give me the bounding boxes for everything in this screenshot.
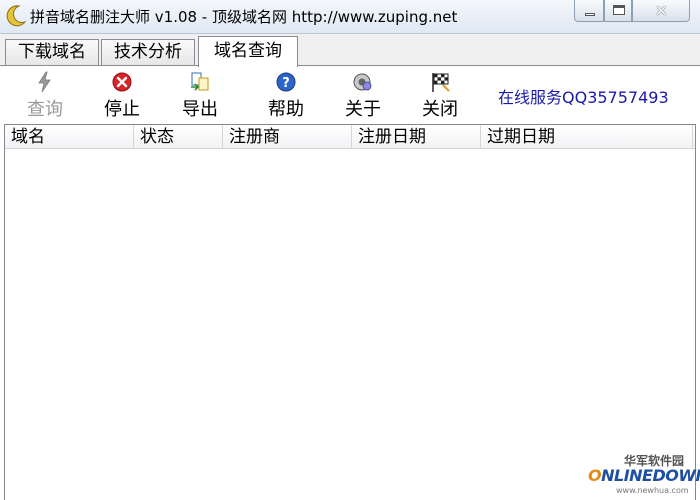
close-app-button[interactable]: 关闭	[410, 68, 470, 122]
tab-download-domains[interactable]: 下载域名	[5, 39, 99, 66]
maximize-icon	[613, 5, 625, 15]
window-title: 拼音域名删注大师 v1.08 - 顶级域名网 http://www.zuping…	[30, 8, 458, 26]
title-bar: 拼音域名删注大师 v1.08 - 顶级域名网 http://www.zuping…	[0, 0, 700, 34]
stop-button[interactable]: 停止	[92, 68, 152, 122]
close-window-button[interactable]: ✕	[632, 0, 690, 22]
column-header-registrar[interactable]: 注册商	[223, 125, 352, 149]
help-icon: ?	[276, 72, 296, 92]
minimize-button[interactable]	[574, 0, 604, 22]
help-button[interactable]: ? 帮助	[256, 68, 316, 122]
window-controls: ✕	[574, 0, 694, 24]
online-service-link[interactable]: 在线服务QQ35757493	[498, 84, 669, 108]
export-button[interactable]: 导出	[170, 68, 230, 122]
column-header-status[interactable]: 状态	[134, 125, 223, 149]
stop-label: 停止	[104, 99, 140, 120]
export-label: 导出	[182, 99, 218, 120]
list-header: 域名 状态 注册商 注册日期 过期日期	[5, 125, 695, 149]
stop-icon	[112, 72, 132, 92]
watermark-logo: 华军软件园 ONLINEDOWN www.newhua.com	[588, 452, 700, 498]
watermark-en: ONLINEDOWN	[588, 466, 700, 485]
about-button[interactable]: 关于	[333, 68, 393, 122]
column-header-expiry-date[interactable]: 过期日期	[481, 125, 693, 149]
watermark-url: www.newhua.com	[616, 486, 689, 495]
minimize-icon	[585, 13, 595, 16]
close-icon: ✕	[655, 2, 668, 20]
svg-text:?: ?	[282, 76, 290, 91]
close-label: 关闭	[422, 99, 458, 120]
column-header-registration-date[interactable]: 注册日期	[352, 125, 481, 149]
export-icon	[191, 72, 209, 91]
crescent-moon-icon	[6, 5, 27, 27]
domain-list[interactable]: 域名 状态 注册商 注册日期 过期日期	[4, 124, 696, 500]
about-label: 关于	[345, 99, 381, 120]
query-button[interactable]: 查询	[15, 68, 75, 122]
tab-domain-query[interactable]: 域名查询	[198, 36, 298, 67]
lightning-icon	[38, 71, 51, 93]
maximize-button[interactable]	[604, 0, 632, 22]
help-label: 帮助	[268, 99, 304, 120]
tab-tech-analysis[interactable]: 技术分析	[101, 39, 195, 66]
column-header-domain[interactable]: 域名	[5, 125, 134, 149]
query-label: 查询	[27, 99, 63, 120]
about-icon	[353, 73, 372, 91]
checkered-flag-icon	[432, 73, 450, 92]
tab-strip: 下载域名 技术分析 域名查询	[0, 34, 700, 67]
